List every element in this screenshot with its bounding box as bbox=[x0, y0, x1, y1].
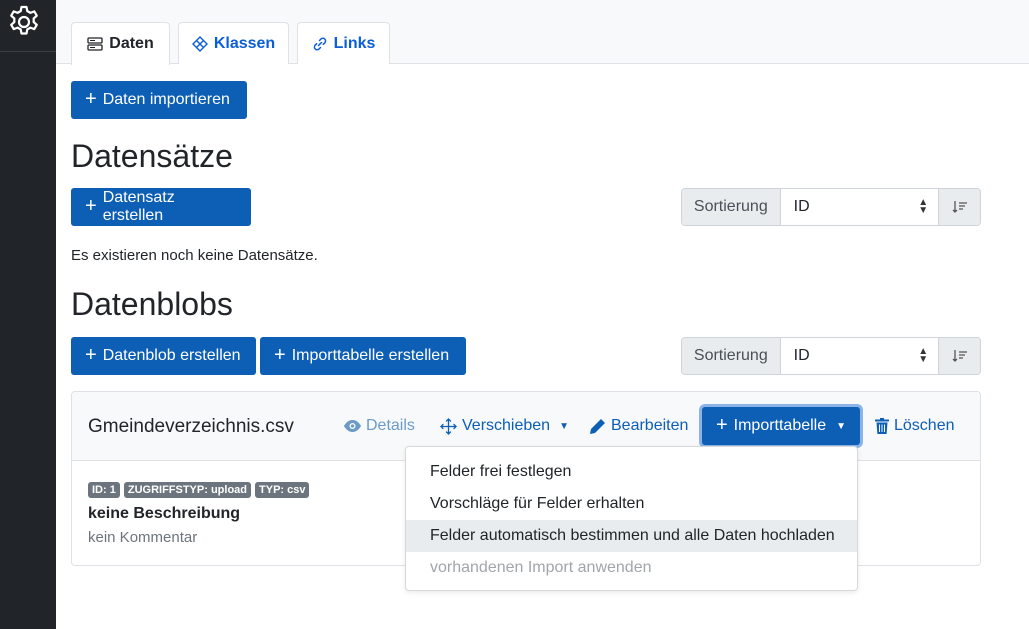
dropdown-item-apply-existing-import: vorhandenen Import anwenden bbox=[430, 559, 652, 576]
blob-description: keine Beschreibung bbox=[88, 505, 241, 522]
move-dropdown-button[interactable]: Verschieben ▼ bbox=[440, 417, 569, 435]
create-blob-button[interactable]: + Datenblob erstellen bbox=[71, 337, 256, 375]
sort-down-icon bbox=[952, 201, 967, 213]
link-icon bbox=[313, 36, 326, 51]
sort-value: ID bbox=[793, 347, 810, 364]
blobs-heading: Datenblobs bbox=[71, 286, 233, 322]
pencil-icon bbox=[590, 418, 605, 434]
import-table-label: Importtabelle bbox=[733, 417, 827, 434]
sort-order-button[interactable] bbox=[939, 189, 980, 225]
main-content: Daten Klassen Links + Daten importieren … bbox=[56, 0, 1029, 629]
type-badge: TYP: csv bbox=[255, 482, 310, 498]
import-table-dropdown-menu: Felder frei festlegen Vorschläge für Fel… bbox=[405, 446, 858, 591]
sort-select[interactable]: ID ▲ ▼ bbox=[781, 189, 940, 225]
caret-down-icon: ▼ bbox=[836, 420, 847, 432]
create-record-button[interactable]: + Datensatz erstellen bbox=[71, 188, 251, 226]
delete-label: Löschen bbox=[894, 417, 955, 434]
sort-label: Sortierung bbox=[682, 338, 781, 374]
button-label: Importtabelle erstellen bbox=[291, 347, 450, 364]
id-badge: ID: 1 bbox=[88, 482, 120, 498]
plus-icon: + bbox=[85, 88, 97, 110]
create-import-table-button[interactable]: + Importtabelle erstellen bbox=[260, 337, 466, 375]
diagram-icon bbox=[191, 35, 208, 52]
move-label: Verschieben bbox=[462, 417, 551, 434]
tab-daten[interactable]: Daten bbox=[71, 22, 170, 65]
tab-label: Links bbox=[333, 34, 376, 52]
tab-links[interactable]: Links bbox=[297, 22, 390, 64]
plus-icon: + bbox=[274, 344, 286, 366]
sidebar-divider bbox=[0, 51, 56, 52]
gear-icon[interactable] bbox=[6, 3, 42, 39]
server-icon bbox=[87, 37, 103, 51]
button-label: Daten importieren bbox=[102, 91, 230, 108]
edit-label: Bearbeiten bbox=[611, 417, 689, 434]
move-arrows-icon bbox=[440, 417, 457, 435]
tab-label: Daten bbox=[109, 35, 154, 52]
plus-icon: + bbox=[85, 195, 97, 217]
plus-icon: + bbox=[85, 344, 97, 366]
tab-bar: Daten Klassen Links bbox=[56, 0, 1029, 65]
sort-down-icon bbox=[952, 350, 967, 362]
details-button[interactable]: Details bbox=[344, 417, 415, 435]
plus-icon: + bbox=[715, 414, 728, 436]
blobs-sort-group: Sortierung ID ▲ ▼ bbox=[681, 337, 981, 375]
caret-down-icon: ▼ bbox=[559, 420, 569, 432]
access-type-badge: ZUGRIFFSTYP: upload bbox=[123, 482, 252, 498]
select-arrows-icon: ▲ ▼ bbox=[918, 346, 929, 365]
button-label: Datensatz erstellen bbox=[102, 189, 175, 224]
trash-icon bbox=[875, 418, 889, 434]
select-arrows-icon: ▲ ▼ bbox=[918, 197, 929, 216]
eye-icon bbox=[344, 420, 361, 432]
sort-label: Sortierung bbox=[682, 189, 781, 225]
details-label: Details bbox=[366, 417, 415, 434]
blob-comment: kein Kommentar bbox=[88, 529, 198, 546]
import-data-button[interactable]: + Daten importieren bbox=[71, 81, 247, 119]
tab-klassen[interactable]: Klassen bbox=[178, 22, 289, 64]
tab-label: Klassen bbox=[213, 34, 276, 52]
sort-select[interactable]: ID ▲ ▼ bbox=[781, 338, 940, 374]
sidebar bbox=[0, 0, 56, 629]
blob-badges: ID: 1 ZUGRIFFSTYP: upload TYP: csv bbox=[88, 482, 310, 498]
delete-button[interactable]: Löschen bbox=[875, 417, 955, 435]
dropdown-item-auto-determine-upload[interactable]: Felder automatisch bestimmen und alle Da… bbox=[406, 520, 857, 552]
edit-button[interactable]: Bearbeiten bbox=[589, 417, 688, 435]
dropdown-item-field-suggestions[interactable]: Vorschläge für Felder erhalten bbox=[406, 488, 857, 520]
button-label: Datenblob erstellen bbox=[102, 347, 241, 364]
sort-value: ID bbox=[793, 198, 810, 215]
import-table-dropdown-button[interactable]: + Importtabelle ▼ bbox=[702, 407, 860, 445]
records-empty-text: Es existieren noch keine Datensätze. bbox=[71, 247, 318, 264]
blob-filename: Gmeindeverzeichnis.csv bbox=[88, 416, 294, 437]
records-sort-group: Sortierung ID ▲ ▼ bbox=[681, 188, 981, 226]
sort-order-button[interactable] bbox=[939, 338, 980, 374]
records-heading: Datensätze bbox=[71, 138, 233, 174]
dropdown-item-define-fields[interactable]: Felder frei festlegen bbox=[406, 456, 857, 488]
